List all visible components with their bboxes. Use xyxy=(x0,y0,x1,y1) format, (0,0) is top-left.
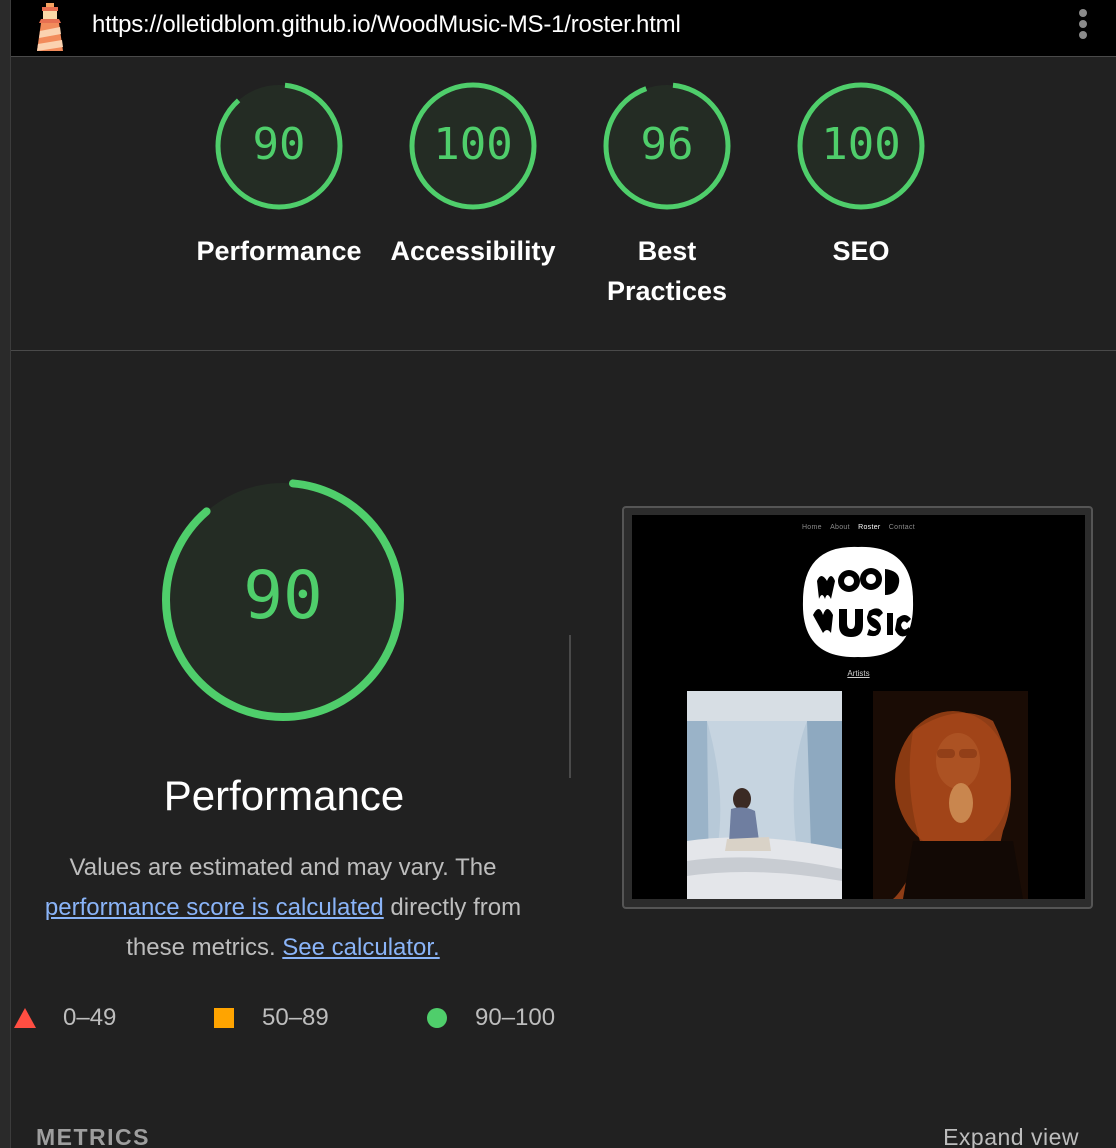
gauge-accessibility[interactable]: 100 Accessibility xyxy=(383,81,563,271)
performance-title: Performance xyxy=(163,772,405,819)
triangle-icon xyxy=(14,1008,36,1028)
expand-view-button[interactable]: Expand view xyxy=(943,1124,1079,1148)
gauge-performance[interactable]: 90 Performance xyxy=(189,81,369,271)
gauge-best-practices[interactable]: 96 Best Practices xyxy=(577,81,757,311)
gauge-label: Performance xyxy=(196,236,362,266)
artist-photo-2 xyxy=(873,691,1028,899)
nav-roster: Roster xyxy=(858,524,881,531)
left-rail xyxy=(0,0,11,1148)
legend-range: 0–49 xyxy=(63,1004,117,1031)
gauge-label-line2: Practices xyxy=(606,276,728,306)
legend-average: 50–89 xyxy=(214,1004,329,1032)
gauge-score: 100 xyxy=(433,119,513,170)
see-calculator-link[interactable]: See calculator. xyxy=(282,934,439,961)
gauge-label-line1: Best xyxy=(637,236,697,266)
legend-fail: 0–49 xyxy=(14,1004,116,1032)
report-url[interactable]: https://olletidblom.github.io/WoodMusic-… xyxy=(92,11,681,39)
gauge-label: Accessibility xyxy=(390,236,556,266)
gauge-score: 96 xyxy=(640,119,694,170)
wood-music-logo-icon xyxy=(802,546,914,658)
screenshot-nav: Home About Roster Contact xyxy=(632,524,1085,531)
lighthouse-logo-icon xyxy=(37,3,63,51)
gauge-label: Best Practices xyxy=(577,231,757,311)
nav-home: Home xyxy=(801,524,822,531)
circle-icon xyxy=(427,1008,447,1028)
gauge-label: SEO xyxy=(832,236,890,266)
report-topbar: https://olletidblom.github.io/WoodMusic-… xyxy=(11,0,1116,57)
legend-range: 50–89 xyxy=(262,1004,329,1031)
artist-photo-1 xyxy=(687,691,842,899)
desc-prefix: Values are estimated and may vary. The xyxy=(69,854,497,881)
score-gauges: 90 Performance 100 Accessibility 96 Best… xyxy=(11,57,1116,351)
legend-pass: 90–100 xyxy=(427,1004,555,1032)
score-legend: 0–49 50–89 90–100 xyxy=(11,1004,571,1034)
performance-gauge-large: 90 xyxy=(143,479,423,729)
score-calculated-link[interactable]: performance score is calculated xyxy=(45,894,384,921)
page-screenshot: Home About Roster Contact Artists xyxy=(632,515,1085,899)
nav-about: About xyxy=(830,524,850,531)
performance-score: 90 xyxy=(243,557,323,634)
gauge-score: 90 xyxy=(252,119,306,170)
square-icon xyxy=(214,1008,234,1028)
metrics-heading: METRICS xyxy=(36,1124,150,1148)
gauge-seo[interactable]: 100 SEO xyxy=(771,81,951,271)
more-menu-icon[interactable] xyxy=(1078,9,1088,43)
nav-contact: Contact xyxy=(888,524,916,531)
gauge-score: 100 xyxy=(821,119,901,170)
artists-link: Artists xyxy=(847,669,870,678)
vertical-divider xyxy=(569,635,571,778)
performance-description: Values are estimated and may vary. The p… xyxy=(30,848,536,968)
legend-range: 90–100 xyxy=(475,1004,556,1031)
final-screenshot[interactable]: Home About Roster Contact Artists xyxy=(622,506,1093,909)
